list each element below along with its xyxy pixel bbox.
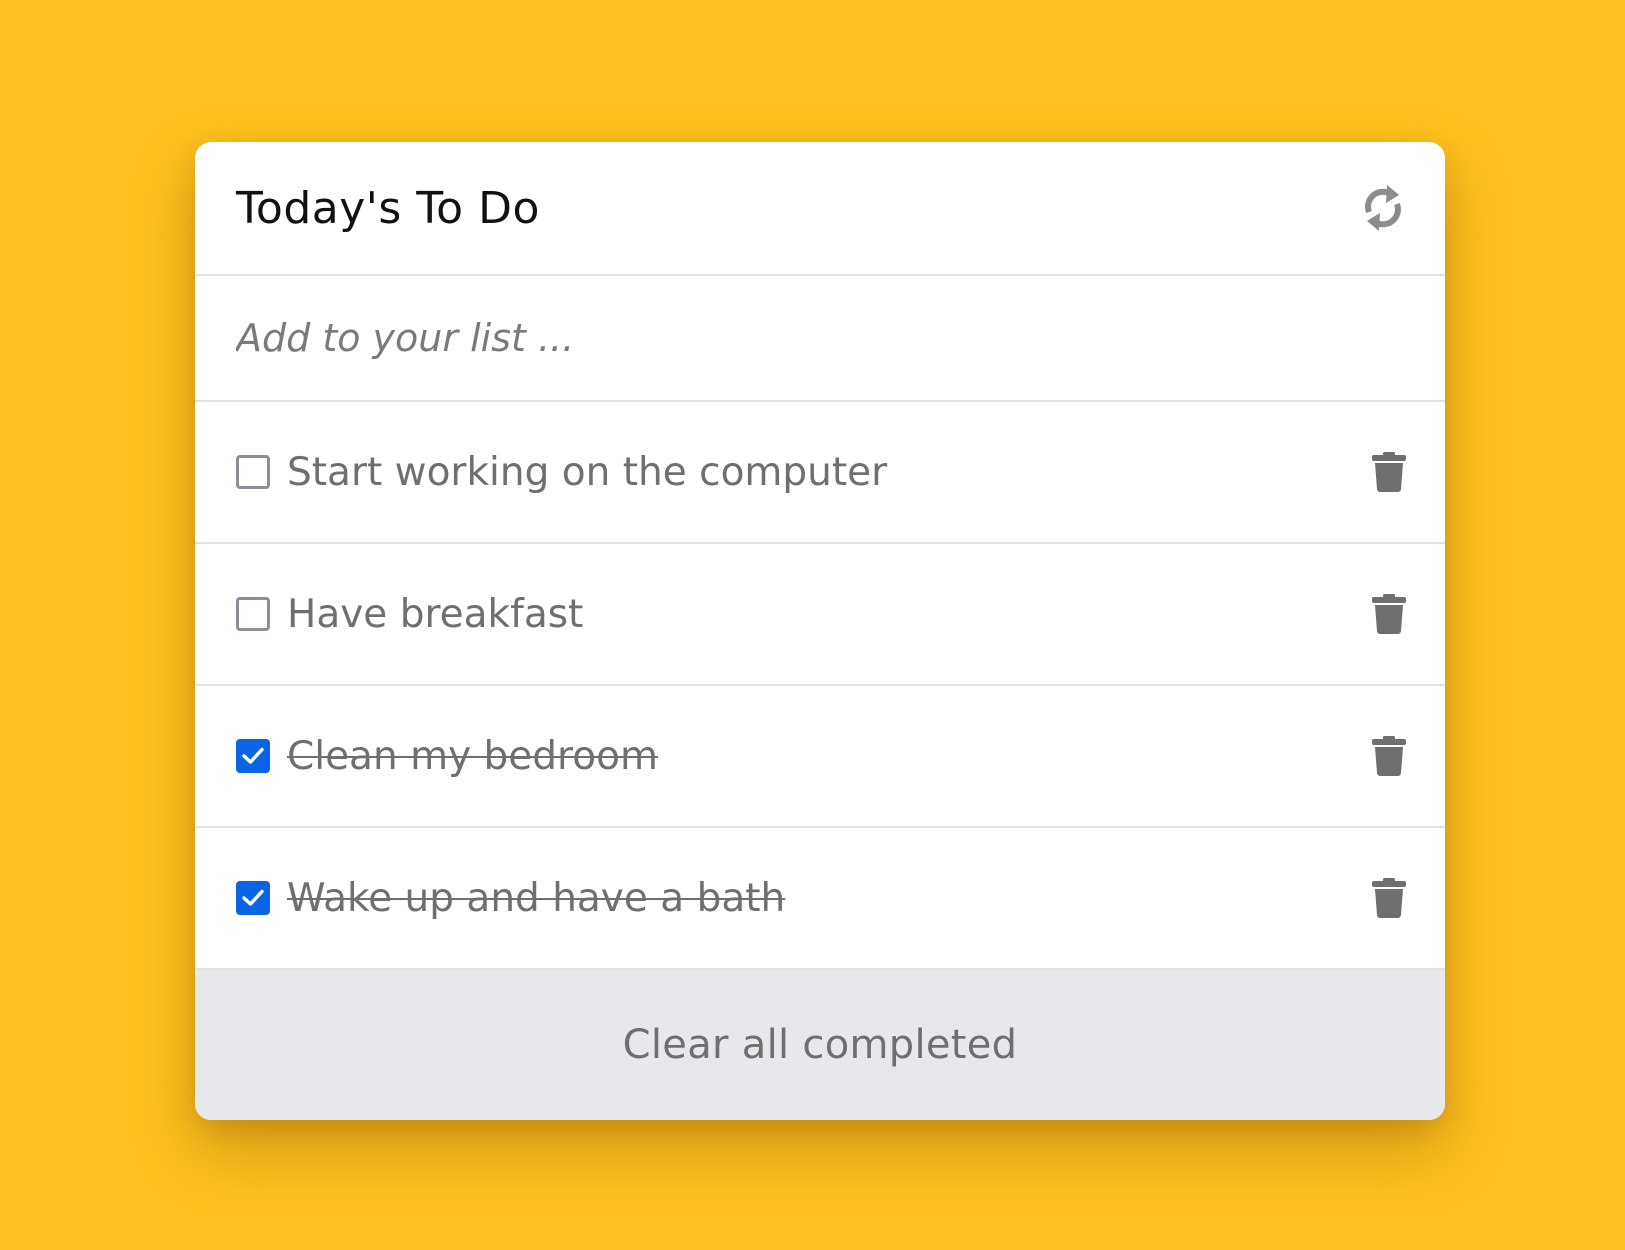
clear-completed-label: Clear all completed: [622, 1022, 1018, 1068]
todo-item: Clean my bedroom: [195, 686, 1445, 828]
trash-icon[interactable]: [1371, 592, 1407, 636]
checkmark-icon: [242, 889, 264, 906]
todo-item-label: Have breakfast: [287, 591, 584, 637]
add-row: [195, 276, 1445, 402]
add-item-input[interactable]: [236, 316, 1404, 360]
todo-checkbox[interactable]: [236, 881, 270, 915]
trash-icon[interactable]: [1371, 876, 1407, 920]
todo-item: Have breakfast: [195, 544, 1445, 686]
todo-item-label: Wake up and have a bath: [287, 875, 786, 921]
todo-item: Wake up and have a bath: [195, 828, 1445, 970]
card-header: Today's To Do: [195, 142, 1445, 276]
page-title: Today's To Do: [236, 182, 540, 234]
todo-item-label: Start working on the computer: [287, 449, 888, 495]
todo-checkbox[interactable]: [236, 597, 270, 631]
todo-checkbox[interactable]: [236, 739, 270, 773]
todo-item-label: Clean my bedroom: [287, 733, 658, 779]
trash-icon[interactable]: [1371, 734, 1407, 778]
todo-card: Today's To Do Start working on the compu…: [195, 142, 1445, 1120]
checkmark-icon: [242, 747, 264, 764]
refresh-icon[interactable]: [1361, 182, 1405, 234]
todo-checkbox[interactable]: [236, 455, 270, 489]
trash-icon[interactable]: [1371, 450, 1407, 494]
todo-item: Start working on the computer: [195, 402, 1445, 544]
clear-completed-button[interactable]: Clear all completed: [195, 970, 1445, 1120]
